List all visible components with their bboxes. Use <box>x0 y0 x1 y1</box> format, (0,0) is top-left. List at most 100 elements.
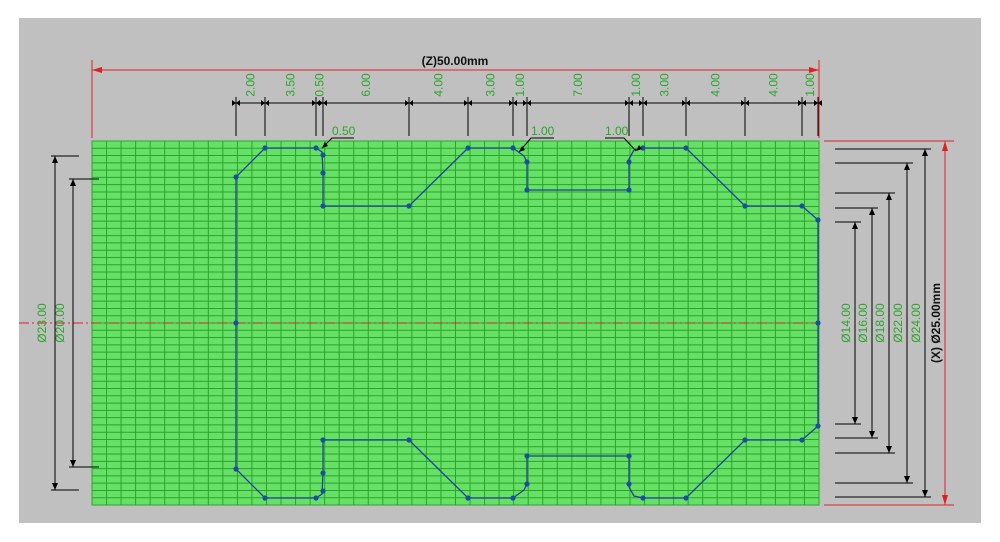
profile-vertex <box>320 152 326 158</box>
top-dimension-label: 3.50 <box>284 73 298 97</box>
profile-vertex <box>683 495 689 501</box>
profile-vertex <box>742 203 748 209</box>
lathe-profile-drawing: (Z)50.00mm (X) Ø25.00mm 2.00 3.50 0.50 6.00… <box>19 54 954 506</box>
right-diameter-label: Ø18.00 <box>873 303 887 343</box>
chamfer-label: 1.00 <box>605 124 629 138</box>
top-dimension-label: 7.00 <box>571 73 585 97</box>
dimension-arrow <box>265 100 269 106</box>
profile-vertex <box>406 203 412 209</box>
top-dimension-chain: 2.00 3.50 0.50 6.00 4.00 3.00 1.00 7.00 1.00 3.00… <box>232 73 822 136</box>
top-dimension-label: 1.00 <box>803 73 817 97</box>
dimension-arrow <box>464 100 468 106</box>
dimension-arrow <box>643 100 647 106</box>
profile-vertex <box>815 423 821 429</box>
left-diameter-label: Ø23.00 <box>35 303 49 343</box>
top-dimension-label: 3.00 <box>484 73 498 97</box>
profile-vertex <box>640 495 646 501</box>
dimension-arrow <box>523 100 527 106</box>
right-diameter-label: Ø16.00 <box>856 303 870 343</box>
top-dimension-label: 1.00 <box>513 73 527 97</box>
dimension-arrow <box>52 156 58 163</box>
dimension-arrow <box>682 100 686 106</box>
profile-vertex <box>320 170 326 176</box>
profile-vertex <box>320 470 326 476</box>
profile-vertex <box>524 481 530 487</box>
left-diameter-label: Ø20.00 <box>53 303 67 343</box>
top-dimension-label: 3.00 <box>658 73 672 97</box>
dimension-arrow <box>52 483 58 490</box>
profile-vertex <box>799 203 805 209</box>
dimension-arrow <box>852 417 858 424</box>
dimension-arrow <box>629 100 633 106</box>
profile-vertex <box>815 217 821 223</box>
profile-vertex <box>406 437 412 443</box>
right-diameter-label: Ø14.00 <box>839 303 853 343</box>
profile-vertex <box>626 187 632 193</box>
dimension-arrow <box>405 100 409 106</box>
profile-vertex <box>320 488 326 494</box>
top-dimension-label: 2.00 <box>244 73 258 97</box>
dimension-arrow <box>802 100 806 106</box>
profile-vertex <box>815 320 821 326</box>
dimension-arrow <box>922 490 928 497</box>
profile-vertex <box>510 495 516 501</box>
dimension-arrow <box>852 222 858 229</box>
chamfer-label: 0.50 <box>332 124 356 138</box>
dimension-arrow <box>509 100 513 106</box>
profile-vertex <box>465 145 471 151</box>
dimension-arrow <box>886 446 892 453</box>
profile-vertex <box>313 145 319 151</box>
dimension-arrow <box>798 100 802 106</box>
dimension-arrow <box>409 100 413 106</box>
dimension-arrow <box>625 100 629 106</box>
dimension-arrow <box>70 179 76 186</box>
top-dimension-label: 1.00 <box>629 73 643 97</box>
profile-vertex <box>465 495 471 501</box>
dimension-arrow <box>904 476 910 483</box>
profile-vertex <box>262 495 268 501</box>
right-diameter-dimensions: Ø14.00 Ø16.00 Ø18.00 Ø22.00 Ø24.00 <box>835 148 931 498</box>
profile-vertex <box>510 145 516 151</box>
drawing-canvas[interactable]: (Z)50.00mm (X) Ø25.00mm 2.00 3.50 0.50 6.00… <box>19 18 981 523</box>
profile-vertex <box>313 495 319 501</box>
left-diameter-dimensions: Ø23.00 Ø20.00 <box>35 155 99 491</box>
profile-vertex <box>233 320 239 326</box>
dimension-arrow <box>312 100 316 106</box>
profile-vertex <box>626 159 632 165</box>
profile-vertex <box>524 159 530 165</box>
dimension-arrow <box>814 100 818 106</box>
dimension-arrow <box>741 100 745 106</box>
dimension-arrow <box>745 100 749 106</box>
dimension-arrow <box>886 193 892 200</box>
profile-vertex <box>233 174 239 180</box>
dimension-arrow <box>527 100 531 106</box>
dimension-arrow <box>513 100 517 106</box>
dimension-arrow <box>922 149 928 156</box>
profile-vertex <box>233 466 239 472</box>
profile-vertex <box>524 187 530 193</box>
chamfer-label: 1.00 <box>531 124 555 138</box>
dimension-arrow <box>904 163 910 170</box>
dimension-arrow <box>869 431 875 438</box>
overall-z-label: (Z)50.00mm <box>422 54 489 68</box>
top-dimension-label: 4.00 <box>767 73 781 97</box>
top-dimension-label: 0.50 <box>313 73 327 97</box>
profile-vertex <box>742 437 748 443</box>
profile-vertex <box>262 145 268 151</box>
profile-vertex <box>626 453 632 459</box>
dimension-arrow <box>232 100 236 106</box>
profile-vertex <box>683 145 689 151</box>
dimension-arrow <box>319 100 323 106</box>
overall-x-label: (X) Ø25.00mm <box>929 283 943 363</box>
dimension-arrow <box>869 208 875 215</box>
right-diameter-label: Ø24.00 <box>909 303 923 343</box>
dimension-arrow <box>468 100 472 106</box>
right-diameter-label: Ø22.00 <box>891 303 905 343</box>
dimension-arrow <box>639 100 643 106</box>
profile-vertex <box>524 453 530 459</box>
dimension-arrow <box>686 100 690 106</box>
profile-vertex <box>626 481 632 487</box>
dimension-arrow <box>323 100 327 106</box>
profile-vertex <box>320 437 326 443</box>
dimension-arrow <box>236 100 240 106</box>
